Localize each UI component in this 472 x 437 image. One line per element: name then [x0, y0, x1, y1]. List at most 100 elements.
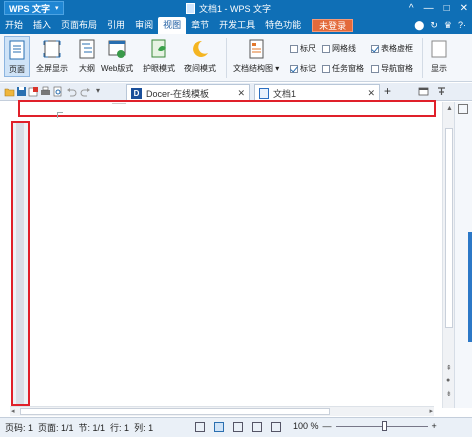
table-frame-box[interactable]: [371, 44, 379, 53]
marks-box[interactable]: [290, 64, 298, 73]
horizontal-ruler[interactable]: [18, 100, 436, 117]
nav-pane-box[interactable]: [371, 64, 379, 73]
sync-icon[interactable]: ↻: [430, 20, 438, 31]
outline-view-icon[interactable]: [233, 422, 243, 432]
print-icon[interactable]: [40, 86, 51, 97]
table-frame-checkbox[interactable]: 表格虚框: [371, 43, 413, 54]
tab-review[interactable]: 审阅: [130, 17, 158, 34]
redo-icon[interactable]: [80, 86, 91, 97]
reading-view-icon[interactable]: [195, 422, 205, 432]
next-page-icon[interactable]: ⇟: [446, 390, 452, 398]
vertical-scrollbar[interactable]: ▲ ⇞ ● ⇟: [442, 102, 454, 408]
gridlines-box[interactable]: [322, 44, 330, 53]
export-icon[interactable]: [28, 86, 39, 97]
night-mode-button[interactable]: 夜间模式: [184, 38, 216, 74]
zoom-slider[interactable]: [335, 420, 428, 431]
table-frame-label: 表格虚框: [381, 44, 413, 53]
customize-icon[interactable]: ▾: [96, 86, 100, 95]
gridlines-checkbox[interactable]: 网格线: [322, 43, 356, 54]
nav-pane-checkbox[interactable]: 导航窗格: [371, 63, 413, 74]
zoom-level[interactable]: 100 %: [293, 421, 319, 431]
prev-page-icon[interactable]: ⇞: [446, 364, 452, 372]
eye-view-icon[interactable]: [271, 422, 281, 432]
task-pane-box[interactable]: [322, 64, 330, 73]
login-button[interactable]: 未登录: [312, 19, 354, 32]
ruler-checkbox[interactable]: 标尺: [290, 43, 316, 54]
doc-structure-icon: [249, 39, 264, 59]
scroll-right-icon[interactable]: ▸: [429, 407, 433, 415]
tab-page-layout[interactable]: 页面布局: [56, 17, 102, 34]
collapse-ribbon-button[interactable]: ^: [409, 3, 414, 14]
tab-view[interactable]: 视图: [158, 17, 187, 34]
window-title: 文档1 - WPS 文字: [186, 2, 271, 15]
marks-label: 标记: [300, 64, 316, 73]
close-icon[interactable]: ✕: [367, 88, 375, 99]
ruler-margin-marker[interactable]: [112, 102, 126, 104]
app-name: WPS 文字: [9, 3, 51, 14]
save-icon[interactable]: [16, 86, 27, 97]
ruler-label: 标尺: [300, 44, 316, 53]
task-pane-checkbox[interactable]: 任务窗格: [322, 63, 364, 74]
quick-access-bar: ▾ D Docer-在线模板 ✕ 文档1 ✕ +: [0, 83, 472, 101]
outline-button[interactable]: 大纲: [76, 38, 98, 74]
tab-docer[interactable]: D Docer-在线模板 ✕: [126, 84, 250, 101]
tab-document1[interactable]: 文档1 ✕: [254, 84, 380, 101]
fullscreen-button[interactable]: 全屏显示: [36, 38, 68, 74]
vertical-ruler[interactable]: [11, 121, 30, 406]
task-pane-tab[interactable]: [468, 232, 472, 342]
new-tab-button[interactable]: +: [384, 84, 391, 98]
zoom-out-button[interactable]: —: [323, 421, 332, 431]
page-view-status-icon[interactable]: [214, 422, 224, 432]
app-menu-button[interactable]: WPS 文字 ▾: [4, 1, 64, 15]
night-mode-label: 夜间模式: [184, 64, 216, 73]
horizontal-scroll-thumb[interactable]: [20, 408, 330, 415]
tab-chapter[interactable]: 章节: [186, 17, 214, 34]
doc-structure-button[interactable]: 文档结构图 ▾: [233, 38, 279, 74]
tab-docer-label: Docer-在线模板: [146, 88, 210, 99]
scroll-left-icon[interactable]: ◂: [11, 407, 15, 415]
close-button[interactable]: ✕: [460, 3, 468, 14]
window-title-text: 文档1 - WPS 文字: [199, 4, 272, 14]
status-page: 页码: 1: [5, 423, 34, 433]
chevron-down-icon[interactable]: ▾: [275, 64, 279, 73]
nav-pane-label: 导航窗格: [381, 64, 413, 73]
zoom-in-button[interactable]: +: [432, 421, 437, 431]
tab-developer[interactable]: 开发工具: [214, 17, 260, 34]
web-layout-button[interactable]: Web版式: [101, 38, 133, 74]
maximize-button[interactable]: □: [444, 3, 450, 14]
zoom-control: 100 % — +: [293, 420, 437, 431]
status-row: 行: 1: [110, 423, 130, 433]
menu-right-icons: ⬤ ↻ ♛ ?·: [414, 20, 472, 31]
tab-start[interactable]: 开始: [0, 17, 28, 34]
select-browse-icon[interactable]: ●: [446, 377, 450, 384]
tab-insert[interactable]: 插入: [28, 17, 56, 34]
status-bar: 页码: 1 页面: 1/1 节: 1/1 行: 1 列: 1 100 % — +: [0, 417, 472, 437]
page-view-button[interactable]: 页面: [4, 36, 30, 77]
status-section: 节: 1/1: [78, 423, 106, 433]
minimize-button[interactable]: —: [424, 3, 434, 14]
vertical-scroll-thumb[interactable]: [445, 128, 453, 328]
pin-icon[interactable]: [436, 86, 447, 97]
zoom-slider-knob[interactable]: [381, 420, 387, 431]
marks-checkbox[interactable]: 标记: [290, 63, 316, 74]
tab-features[interactable]: 特色功能: [260, 17, 306, 34]
help-icon[interactable]: ?·: [458, 20, 466, 31]
open-folder-icon[interactable]: [4, 86, 15, 97]
ribbon-separator: [226, 38, 227, 78]
scroll-up-icon[interactable]: ▲: [446, 105, 453, 112]
ruler-box[interactable]: [290, 44, 298, 53]
menu-bar: 开始 插入 页面布局 引用 审阅 视图 章节 开发工具 特色功能 未登录 ⬤ ↻…: [0, 17, 472, 34]
skin-icon[interactable]: ⬤: [414, 20, 424, 31]
undo-icon[interactable]: [66, 86, 77, 97]
crown-icon[interactable]: ♛: [444, 20, 452, 31]
display-button[interactable]: 显示: [428, 38, 450, 74]
print-preview-icon[interactable]: [52, 86, 63, 97]
tab-references[interactable]: 引用: [102, 17, 130, 34]
horizontal-scrollbar[interactable]: ◂ ▸: [10, 406, 434, 416]
split-view-icon[interactable]: [458, 104, 468, 114]
window-list-icon[interactable]: [418, 86, 429, 97]
close-icon[interactable]: ✕: [237, 88, 245, 99]
document-canvas[interactable]: [0, 102, 448, 408]
eye-care-button[interactable]: 护眼模式: [143, 38, 175, 74]
web-view-icon[interactable]: [252, 422, 262, 432]
